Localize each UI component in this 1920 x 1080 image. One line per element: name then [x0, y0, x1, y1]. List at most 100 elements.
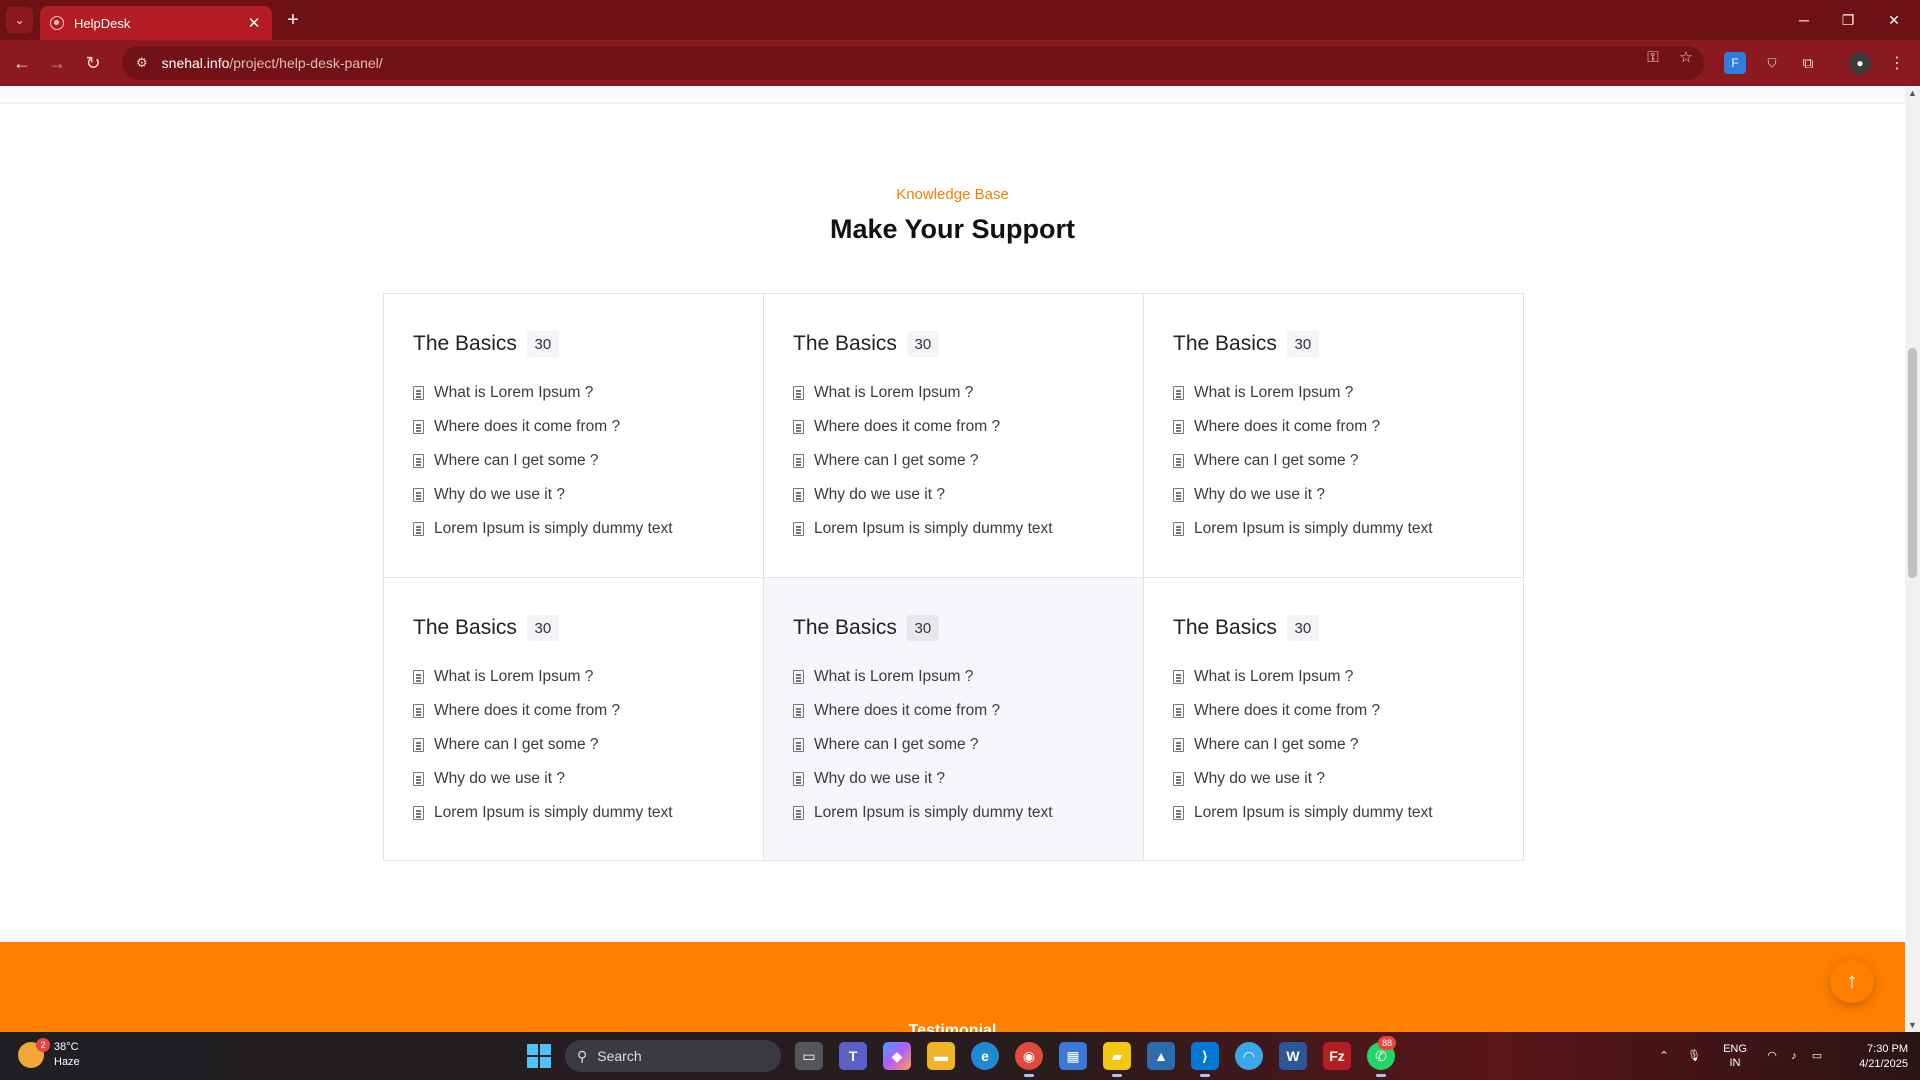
article-link[interactable]: Where does it come from ?: [1173, 694, 1494, 728]
article-link[interactable]: Where can I get some ?: [793, 444, 1114, 478]
category-title[interactable]: The Basics: [1173, 616, 1277, 640]
article-link[interactable]: Lorem Ipsum is simply dummy text: [793, 512, 1114, 546]
password-key-icon[interactable]: ⚿: [1642, 47, 1664, 67]
shield-icon[interactable]: ⛉: [1761, 52, 1783, 74]
article-link[interactable]: Why do we use it ?: [413, 762, 734, 796]
document-icon: [793, 488, 804, 502]
web-page: Knowledge Base Make Your Support The Bas…: [0, 86, 1905, 1032]
page-scrollbar[interactable]: ▲ ▼: [1905, 86, 1920, 1032]
teams-icon[interactable]: T: [839, 1042, 867, 1070]
scrollbar-thumb[interactable]: [1908, 348, 1917, 578]
windows-start-icon[interactable]: [527, 1044, 551, 1068]
reload-icon[interactable]: ↻: [79, 49, 107, 77]
forward-icon[interactable]: →: [43, 49, 71, 77]
category-title[interactable]: The Basics: [793, 332, 897, 356]
weather-widget[interactable]: 2 38°C Haze: [18, 1038, 80, 1070]
language-indicator[interactable]: ENG IN: [1718, 1040, 1752, 1072]
taskbar-search[interactable]: ⚲ Search: [565, 1040, 781, 1072]
browser-tab-helpdesk[interactable]: HelpDesk ✕: [40, 6, 272, 40]
article-link[interactable]: Why do we use it ?: [793, 478, 1114, 512]
article-link[interactable]: Where can I get some ?: [793, 728, 1114, 762]
document-icon: [793, 454, 804, 468]
article-link[interactable]: What is Lorem Ipsum ?: [793, 376, 1114, 410]
article-link[interactable]: Lorem Ipsum is simply dummy text: [793, 796, 1114, 830]
browser-menu-icon[interactable]: ⋮: [1886, 52, 1908, 74]
knowledge-base-grid: The Basics 30 What is Lorem Ipsum ? Wher…: [383, 293, 1524, 861]
tab-close-icon[interactable]: ✕: [246, 15, 262, 32]
article-link[interactable]: Where does it come from ?: [793, 410, 1114, 444]
file-explorer-icon[interactable]: ▬: [927, 1042, 955, 1070]
article-link[interactable]: Lorem Ipsum is simply dummy text: [1173, 512, 1494, 546]
docker-icon[interactable]: ◠: [1235, 1042, 1263, 1070]
article-link[interactable]: Where can I get some ?: [413, 728, 734, 762]
article-link[interactable]: Why do we use it ?: [1173, 478, 1494, 512]
article-link[interactable]: Where does it come from ?: [1173, 410, 1494, 444]
wifi-icon[interactable]: ◠: [1762, 1040, 1782, 1072]
site-info-icon[interactable]: ⚙: [136, 55, 148, 71]
minimize-icon[interactable]: ─: [1782, 6, 1826, 34]
document-icon: [413, 420, 424, 434]
sticky-notes-icon[interactable]: ▰: [1103, 1042, 1131, 1077]
volume-icon[interactable]: ♪: [1784, 1040, 1804, 1072]
close-window-icon[interactable]: ✕: [1872, 6, 1916, 34]
article-link[interactable]: Where does it come from ?: [793, 694, 1114, 728]
whatsapp-notification-badge: 88: [1378, 1036, 1396, 1050]
article-link[interactable]: Lorem Ipsum is simply dummy text: [1173, 796, 1494, 830]
article-link[interactable]: What is Lorem Ipsum ?: [413, 660, 734, 694]
document-icon: [413, 772, 424, 786]
article-link[interactable]: Lorem Ipsum is simply dummy text: [413, 796, 734, 830]
microphone-icon[interactable]: 🎙: [1684, 1040, 1704, 1072]
article-link[interactable]: What is Lorem Ipsum ?: [413, 376, 734, 410]
vscode-icon[interactable]: ⟩: [1191, 1042, 1219, 1077]
article-link[interactable]: Why do we use it ?: [1173, 762, 1494, 796]
article-link[interactable]: What is Lorem Ipsum ?: [793, 660, 1114, 694]
tab-search-chevron-icon[interactable]: ⌄: [6, 7, 33, 33]
scroll-down-arrow-icon[interactable]: ▼: [1908, 1020, 1917, 1030]
bookmark-star-icon[interactable]: ☆: [1675, 47, 1697, 67]
edge-icon[interactable]: e: [971, 1042, 999, 1070]
extension-f-icon[interactable]: F: [1724, 52, 1746, 74]
chrome-icon[interactable]: ◉: [1015, 1042, 1043, 1077]
scroll-to-top-button[interactable]: ↑: [1830, 959, 1874, 1003]
address-bar[interactable]: ⚙ snehal.info/project/help-desk-panel/: [122, 46, 1704, 80]
article-link[interactable]: Where does it come from ?: [413, 694, 734, 728]
system-clock[interactable]: 7:30 PM 4/21/2025: [1838, 1042, 1908, 1072]
new-tab-button[interactable]: +: [281, 8, 305, 32]
article-link[interactable]: Where can I get some ?: [1173, 444, 1494, 478]
document-icon: [793, 806, 804, 820]
back-icon[interactable]: ←: [8, 49, 36, 77]
document-icon: [1173, 386, 1184, 400]
tray-overflow-chevron-icon[interactable]: ⌃: [1654, 1040, 1674, 1072]
article-link[interactable]: Why do we use it ?: [413, 478, 734, 512]
article-link[interactable]: Where does it come from ?: [413, 410, 734, 444]
article-link[interactable]: What is Lorem Ipsum ?: [1173, 660, 1494, 694]
article-link[interactable]: Lorem Ipsum is simply dummy text: [413, 512, 734, 546]
article-link[interactable]: Where can I get some ?: [413, 444, 734, 478]
extensions-puzzle-icon[interactable]: ⧉: [1797, 52, 1819, 74]
document-icon: [793, 704, 804, 718]
category-title[interactable]: The Basics: [793, 616, 897, 640]
category-title[interactable]: The Basics: [413, 332, 517, 356]
photos-icon[interactable]: ▲: [1147, 1042, 1175, 1070]
scroll-up-arrow-icon[interactable]: ▲: [1908, 88, 1917, 98]
article-count-badge: 30: [1286, 331, 1319, 357]
category-card: The Basics 30 What is Lorem Ipsum ? Wher…: [1144, 578, 1523, 860]
word-icon[interactable]: W: [1279, 1042, 1307, 1070]
browser-tab-bar: ⌄ HelpDesk ✕ + ─ ❐ ✕: [0, 0, 1920, 40]
document-icon: [413, 488, 424, 502]
restore-icon[interactable]: ❐: [1826, 6, 1870, 34]
article-link[interactable]: What is Lorem Ipsum ?: [1173, 376, 1494, 410]
profile-avatar[interactable]: ●: [1849, 52, 1871, 74]
article-link[interactable]: Where can I get some ?: [1173, 728, 1494, 762]
copilot-icon[interactable]: ◆: [883, 1042, 911, 1070]
filezilla-icon[interactable]: Fz: [1323, 1042, 1351, 1070]
store-icon[interactable]: ▦: [1059, 1042, 1087, 1070]
category-title[interactable]: The Basics: [413, 616, 517, 640]
url-host: snehal.info: [161, 55, 230, 71]
category-card: The Basics 30 What is Lorem Ipsum ? Wher…: [1144, 294, 1523, 578]
article-link[interactable]: Why do we use it ?: [793, 762, 1114, 796]
task-view-icon[interactable]: ▭: [795, 1042, 823, 1070]
battery-icon[interactable]: ▭: [1806, 1040, 1828, 1072]
category-title[interactable]: The Basics: [1173, 332, 1277, 356]
article-count-badge: 30: [906, 331, 939, 357]
